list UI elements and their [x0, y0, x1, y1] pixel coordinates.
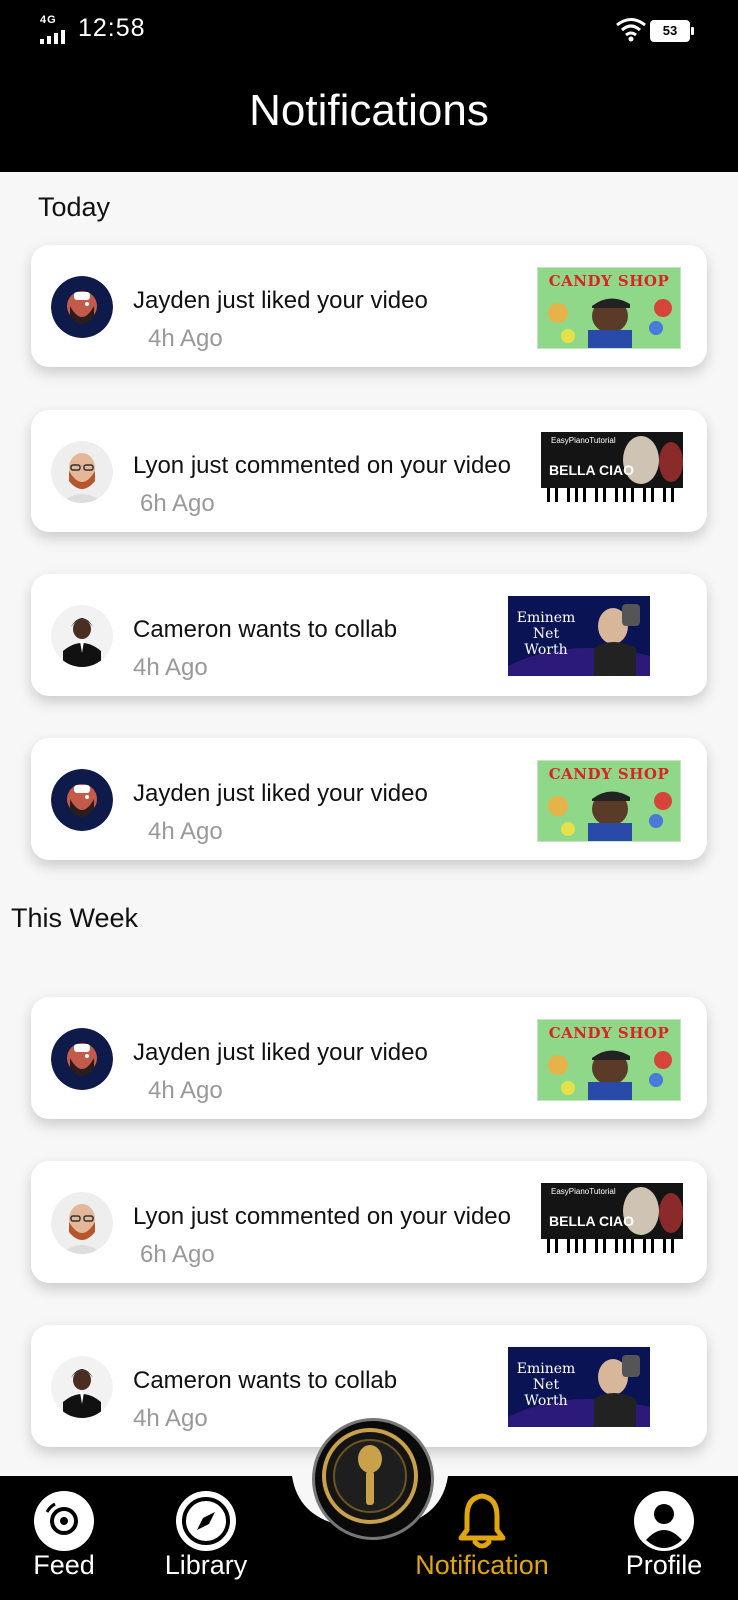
thumbnail-title: Eminem Net Worth	[516, 610, 576, 658]
avatar[interactable]	[51, 1028, 113, 1090]
network-type: 4G	[40, 14, 57, 26]
notification-card[interactable]: Lyon just commented on your video 6h Ago…	[31, 1161, 707, 1283]
video-thumbnail[interactable]: CANDY SHOP	[537, 1019, 681, 1101]
video-thumbnail[interactable]: CANDY SHOP	[537, 267, 681, 349]
wifi-icon	[616, 18, 646, 42]
signal-icon	[40, 30, 70, 44]
microphone-icon	[322, 1428, 418, 1524]
nav-item-library[interactable]: Library	[156, 1476, 256, 1581]
notification-card[interactable]: Jayden just liked your video 4h Ago CAND…	[31, 997, 707, 1119]
page-title: Notifications	[249, 86, 489, 135]
notification-time: 6h Ago	[140, 1241, 215, 1268]
notification-message: Cameron wants to collab	[133, 616, 398, 643]
top-bar: 4G 12:58 53 Notifications	[0, 0, 738, 172]
disc-icon	[34, 1491, 94, 1551]
notification-message: Jayden just liked your video	[133, 1039, 428, 1066]
bell-icon	[458, 1493, 506, 1549]
nav-label: Profile	[625, 1550, 703, 1580]
notification-message: Jayden just liked your video	[133, 780, 428, 807]
notification-time: 4h Ago	[148, 1077, 223, 1104]
notification-card[interactable]: Lyon just commented on your video 6h Ago…	[31, 410, 707, 532]
thumbnail-title: CANDY SHOP	[548, 1024, 670, 1042]
notification-message: Lyon just commented on your video	[133, 1203, 511, 1230]
thumbnail-title: Eminem Net Worth	[516, 1361, 576, 1409]
thumbnail-channel: EasyPianoTutorial	[551, 436, 616, 445]
nav-item-feed[interactable]: Feed	[22, 1476, 106, 1581]
compass-icon	[176, 1491, 236, 1551]
notification-time: 4h Ago	[133, 1405, 208, 1432]
nav-label: Library	[164, 1550, 248, 1580]
section-title-this-week: This Week	[11, 903, 139, 933]
avatar[interactable]	[51, 769, 113, 831]
record-button[interactable]	[312, 1418, 434, 1540]
video-thumbnail[interactable]: Eminem Net Worth	[508, 1347, 650, 1427]
thumbnail-title: CANDY SHOP	[548, 272, 670, 290]
status-time: 12:58	[78, 14, 146, 42]
thumbnail-title: BELLA CIAO	[549, 1213, 635, 1229]
user-icon	[634, 1491, 694, 1551]
nav-label: Notification	[415, 1550, 549, 1580]
avatar[interactable]	[51, 276, 113, 338]
thumbnail-title: CANDY SHOP	[548, 765, 670, 783]
notification-time: 6h Ago	[140, 490, 215, 517]
notification-time: 4h Ago	[148, 325, 223, 352]
notification-message: Lyon just commented on your video	[133, 452, 511, 479]
nav-label: Feed	[33, 1550, 95, 1580]
notification-card[interactable]: Cameron wants to collab 4h Ago Eminem Net…	[31, 574, 707, 696]
nav-item-profile[interactable]: Profile	[616, 1476, 712, 1581]
avatar[interactable]	[51, 1356, 113, 1418]
thumbnail-title: BELLA CIAO	[549, 462, 635, 478]
notification-time: 4h Ago	[133, 654, 208, 681]
video-thumbnail[interactable]: Eminem Net Worth	[508, 596, 650, 676]
section-title-today: Today	[38, 192, 111, 222]
video-thumbnail[interactable]: EasyPianoTutorial BELLA CIAO	[541, 432, 683, 512]
battery-icon: 53	[650, 20, 694, 42]
thumbnail-channel: EasyPianoTutorial	[551, 1187, 616, 1196]
notification-message: Jayden just liked your video	[133, 287, 428, 314]
video-thumbnail[interactable]: CANDY SHOP	[537, 760, 681, 842]
notification-time: 4h Ago	[148, 818, 223, 845]
notification-card[interactable]: Jayden just liked your video 4h Ago CAND…	[31, 738, 707, 860]
notification-card[interactable]: Jayden just liked your video 4h Ago CAND…	[31, 245, 707, 367]
avatar[interactable]	[51, 1192, 113, 1254]
video-thumbnail[interactable]: EasyPianoTutorial BELLA CIAO	[541, 1183, 683, 1263]
avatar[interactable]	[51, 441, 113, 503]
avatar[interactable]	[51, 605, 113, 667]
notification-message: Cameron wants to collab	[133, 1367, 398, 1394]
